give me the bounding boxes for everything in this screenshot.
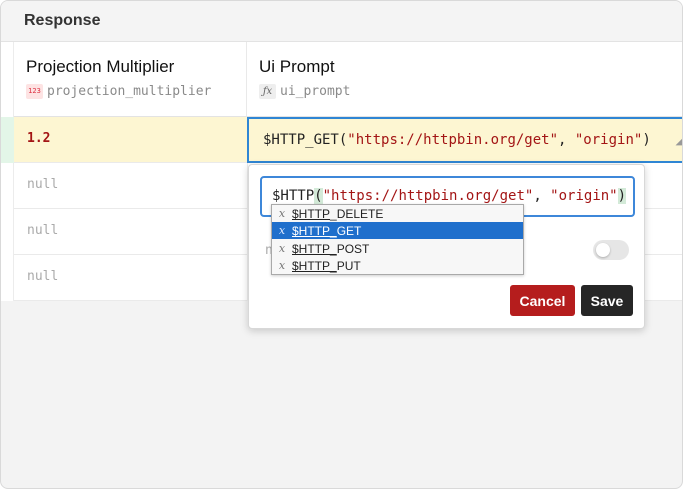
- cancel-button[interactable]: Cancel: [510, 285, 575, 316]
- autocomplete-item-http-get[interactable]: x $HTTP_ GET: [272, 222, 523, 239]
- toggle-switch[interactable]: [593, 240, 629, 260]
- formula-function: $HTTP_GET(: [263, 132, 348, 148]
- active-row-indicator: [1, 117, 14, 163]
- formula-arg: "https://httpbin.org/get": [322, 188, 534, 204]
- column-field: ui_prompt: [280, 84, 351, 99]
- cell-projection-multiplier[interactable]: 1.2: [27, 131, 50, 146]
- formula-function: $HTTP: [272, 188, 315, 204]
- function-kind-icon: x: [278, 224, 286, 237]
- response-panel: Response Projection Multiplier 123 proje…: [0, 0, 683, 489]
- formula-separator: ,: [558, 132, 575, 148]
- autocomplete-list: x $HTTP _DELETE x $HTTP_ GET x $HTTP_ POST …: [271, 204, 524, 275]
- resize-handle-icon[interactable]: ◢: [676, 134, 682, 147]
- number-type-icon: 123: [26, 84, 43, 99]
- column-title: Projection Multiplier: [26, 57, 175, 76]
- panel-header: Response: [1, 1, 682, 42]
- formula-paren: (: [314, 188, 323, 204]
- cell-projection-multiplier[interactable]: null: [27, 177, 58, 192]
- formula-input-text: $HTTP("https://httpbin.org/get", "origin…: [272, 188, 627, 204]
- formula-paren: ): [617, 188, 627, 204]
- formula-type-icon: ƒx: [259, 84, 276, 99]
- formula-arg: "https://httpbin.org/get": [347, 132, 559, 148]
- cell-formula-text: $HTTP_GET("https://httpbin.org/get", "or…: [263, 132, 651, 148]
- autocomplete-match: $HTTP_: [292, 258, 337, 273]
- column-title: Ui Prompt: [259, 57, 335, 76]
- autocomplete-rest: GET: [336, 223, 362, 238]
- formula-arg: "origin": [550, 188, 618, 204]
- function-kind-icon: x: [278, 259, 286, 272]
- toggle-knob: [596, 243, 610, 257]
- autocomplete-match: $HTTP_: [292, 223, 337, 238]
- row-gutter: [1, 42, 14, 301]
- column-header-ui-prompt[interactable]: Ui Prompt ƒx ui_prompt: [247, 42, 682, 117]
- function-kind-icon: x: [278, 207, 286, 220]
- formula-arg: "origin": [574, 132, 643, 148]
- function-kind-icon: x: [278, 242, 286, 255]
- autocomplete-item-http-delete[interactable]: x $HTTP _DELETE: [272, 205, 523, 222]
- cell-ui-prompt-editing[interactable]: $HTTP_GET("https://httpbin.org/get", "or…: [247, 117, 682, 163]
- autocomplete-rest: PUT: [336, 258, 361, 273]
- autocomplete-item-http-put[interactable]: x $HTTP_ PUT: [272, 257, 523, 274]
- autocomplete-rest: _DELETE: [330, 206, 384, 221]
- autocomplete-match: $HTTP_: [292, 241, 337, 256]
- column-header-projection-multiplier[interactable]: Projection Multiplier 123 projection_mul…: [14, 42, 247, 117]
- cell-projection-multiplier[interactable]: null: [27, 269, 58, 284]
- autocomplete-rest: POST: [336, 241, 370, 256]
- save-button[interactable]: Save: [581, 285, 633, 316]
- autocomplete-match: $HTTP: [292, 206, 331, 221]
- column-field: projection_multiplier: [47, 84, 212, 99]
- column-field-name: ƒx ui_prompt: [259, 84, 350, 99]
- autocomplete-item-http-post[interactable]: x $HTTP_ POST: [272, 240, 523, 257]
- panel-title: Response: [24, 12, 101, 29]
- column-field-name: 123 projection_multiplier: [26, 84, 211, 99]
- formula-separator: ,: [533, 188, 551, 204]
- cell-projection-multiplier[interactable]: null: [27, 223, 58, 238]
- formula-paren: ): [642, 132, 651, 148]
